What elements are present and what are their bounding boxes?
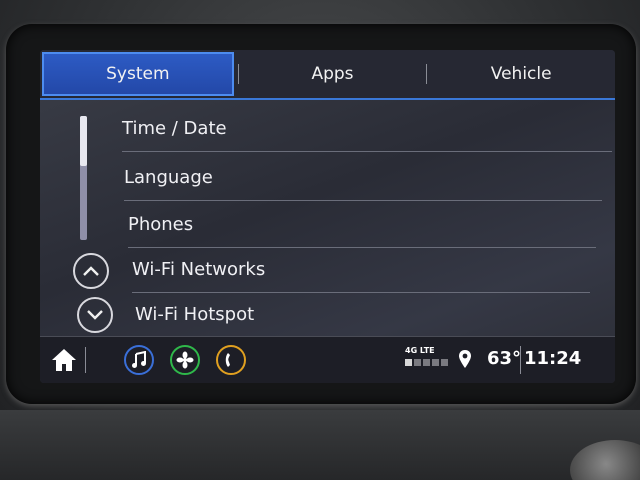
infotainment-screen: System Apps Vehicle Time / Date Language… (40, 50, 615, 383)
home-icon (52, 349, 76, 371)
signal-strength (405, 359, 448, 366)
dashboard-trim (0, 410, 640, 480)
list-item-wifi-hotspot[interactable]: Wi-Fi Hotspot (135, 291, 585, 337)
home-button[interactable] (50, 347, 78, 373)
list-item-label: Language (124, 167, 213, 188)
music-note-icon (132, 351, 146, 368)
signal-bar (423, 359, 430, 366)
signal-bar (441, 359, 448, 366)
location-pin-icon (459, 350, 471, 368)
tab-system[interactable]: System (42, 52, 234, 96)
tab-label: Vehicle (490, 64, 552, 84)
phone-icon (225, 353, 230, 367)
tab-vehicle[interactable]: Vehicle (427, 50, 615, 98)
status-divider (85, 347, 86, 373)
clock: 11:24 (524, 348, 582, 369)
list-item-phones[interactable]: Phones (128, 202, 596, 248)
tab-bar: System Apps Vehicle (40, 50, 615, 100)
scrollbar-thumb[interactable] (80, 116, 87, 166)
list-item-language[interactable]: Language (124, 155, 602, 201)
signal-bar (414, 359, 421, 366)
network-type: 4G LTE (405, 346, 435, 355)
audio-button[interactable] (124, 345, 154, 375)
list-item-time-date[interactable]: Time / Date (122, 106, 612, 152)
chevron-down-icon (87, 310, 103, 320)
tab-label: Apps (311, 64, 354, 84)
scroll-up-button[interactable] (73, 253, 109, 289)
list-item-label: Phones (128, 214, 194, 235)
status-bar: 4G LTE 63° 11:24 (40, 336, 615, 383)
chevron-up-icon (83, 266, 99, 276)
tab-label: System (106, 64, 170, 84)
list-item-wifi-networks[interactable]: Wi-Fi Networks (132, 247, 590, 293)
fan-icon (176, 351, 194, 369)
outside-temperature: 63° (487, 348, 522, 369)
list-item-label: Wi-Fi Networks (132, 259, 266, 280)
scroll-down-button[interactable] (77, 297, 113, 333)
tab-apps[interactable]: Apps (239, 50, 427, 98)
signal-bar (405, 359, 412, 366)
climate-button[interactable] (170, 345, 200, 375)
list-item-label: Time / Date (122, 118, 227, 139)
list-item-label: Wi-Fi Hotspot (135, 303, 255, 325)
phone-button[interactable] (216, 345, 246, 375)
signal-bar (432, 359, 439, 366)
status-divider (520, 346, 521, 374)
